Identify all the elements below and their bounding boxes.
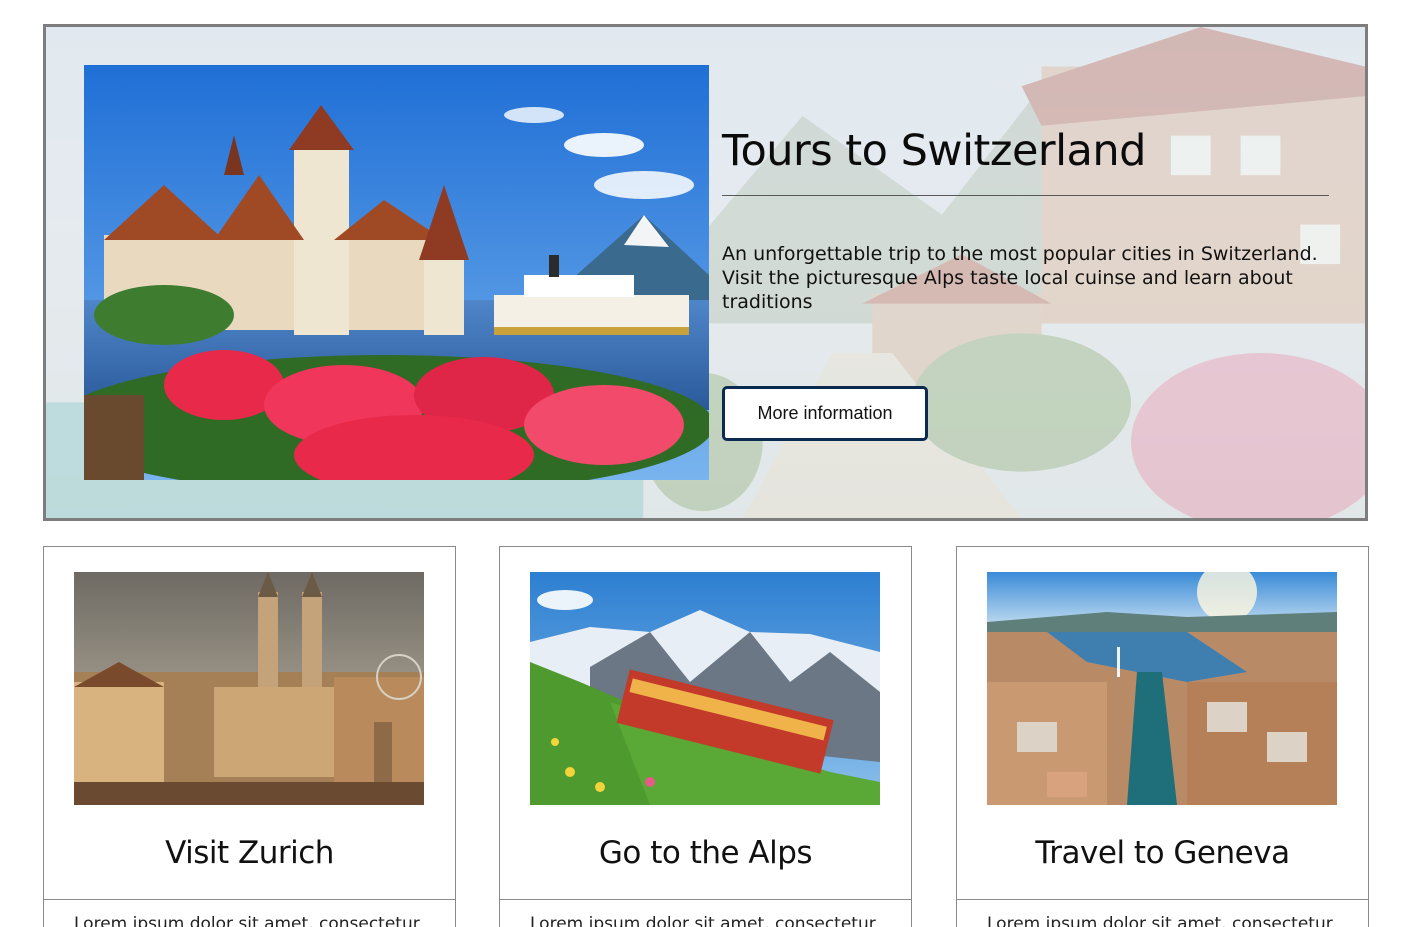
card-divider [957,899,1368,900]
more-information-button[interactable]: More information [722,386,928,441]
hero-text-block: Tours to Switzerland An unforgettable tr… [722,125,1332,441]
card-text: Lorem ipsum dolor sit amet, consectetur [74,914,420,927]
hero-title: Tours to Switzerland [722,126,1146,176]
card-title: Travel to Geneva [1035,835,1290,871]
card-text: Lorem ipsum dolor sit amet, consectetur [987,914,1333,927]
card-text: Lorem ipsum dolor sit amet, consectetur [530,914,876,927]
card-geneva: Travel to Geneva Lorem ipsum dolor sit a… [956,546,1369,927]
zurich-cathedral-photo [74,572,424,805]
card-divider [44,899,455,900]
hero-banner: Tours to Switzerland An unforgettable tr… [43,24,1368,521]
card-divider [500,899,911,900]
card-alps: Go to the Alps Lorem ipsum dolor sit ame… [499,546,912,927]
hero-description: An unforgettable trip to the most popula… [722,243,1318,313]
castle-lake-photo [84,65,709,480]
geneva-aerial-photo [987,572,1337,805]
alps-train-photo [530,572,880,805]
card-title: Go to the Alps [598,835,813,871]
card-zurich: Visit Zurich Lorem ipsum dolor sit amet,… [43,546,456,927]
hero-divider [722,195,1329,196]
card-title: Visit Zurich [165,835,334,871]
